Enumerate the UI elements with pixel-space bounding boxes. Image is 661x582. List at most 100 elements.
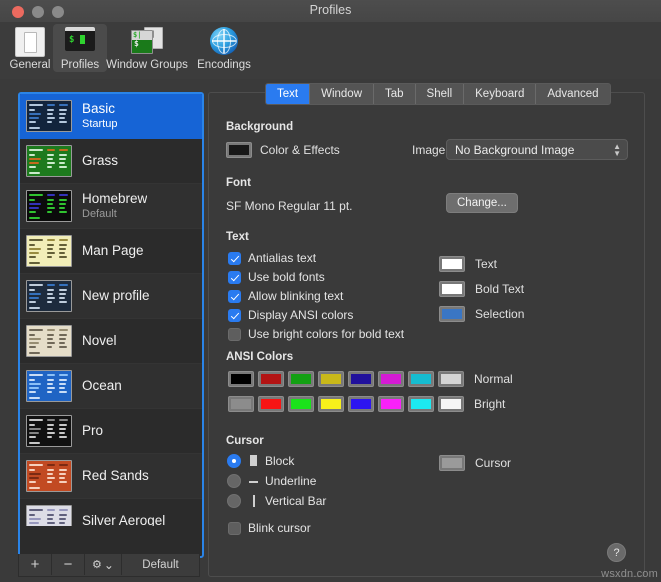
blink-cursor-label: Blink cursor bbox=[248, 521, 311, 535]
ansi-swatch-bright-5[interactable] bbox=[378, 396, 404, 412]
ansi-row-normal bbox=[228, 371, 464, 387]
vbar-cursor-icon bbox=[248, 494, 259, 508]
checkbox-label: Allow blinking text bbox=[248, 289, 343, 303]
tab-advanced[interactable]: Advanced bbox=[536, 84, 609, 104]
checkbox-label: Use bold fonts bbox=[248, 270, 325, 284]
profile-list-item[interactable]: New profile bbox=[20, 274, 202, 319]
checkbox-box bbox=[228, 290, 241, 303]
ansi-swatch-normal-6[interactable] bbox=[408, 371, 434, 387]
profile-list-item[interactable]: Silver Aerogel bbox=[20, 499, 202, 526]
tab-shell[interactable]: Shell bbox=[416, 84, 465, 104]
ansi-swatch-normal-4[interactable] bbox=[348, 371, 374, 387]
checkbox-allow-blinking-text[interactable]: Allow blinking text bbox=[228, 289, 343, 303]
ansi-swatch-bright-6[interactable] bbox=[408, 396, 434, 412]
profile-thumbnail bbox=[26, 100, 72, 132]
title-bar: Profiles bbox=[0, 0, 661, 22]
profile-subtitle: Startup bbox=[82, 118, 117, 131]
profile-name: Basic bbox=[82, 101, 117, 117]
help-button[interactable]: ? bbox=[607, 543, 626, 562]
checkbox-use-bright-colors-for-bold-text[interactable]: Use bright colors for bold text bbox=[228, 327, 404, 341]
profile-name: Red Sands bbox=[82, 468, 149, 484]
radio-box bbox=[227, 474, 241, 488]
blink-cursor-checkbox[interactable]: Blink cursor bbox=[228, 521, 311, 535]
toolbar-item-profiles[interactable]: $ Profiles bbox=[53, 24, 107, 72]
tab-keyboard[interactable]: Keyboard bbox=[464, 84, 536, 104]
ansi-row-bright bbox=[228, 396, 464, 412]
font-value-label: SF Mono Regular 11 pt. bbox=[226, 199, 353, 213]
radio-cursor-vertical-bar[interactable]: Vertical Bar bbox=[227, 494, 326, 508]
ansi-swatch-normal-1[interactable] bbox=[258, 371, 284, 387]
ansi-swatch-bright-3[interactable] bbox=[318, 396, 344, 412]
profile-list-item[interactable]: Pro bbox=[20, 409, 202, 454]
background-color-well[interactable] bbox=[226, 142, 252, 158]
profile-list-item[interactable]: Novel bbox=[20, 319, 202, 364]
profile-list-item[interactable]: BasicStartup bbox=[20, 94, 202, 139]
radio-cursor-underline[interactable]: Underline bbox=[227, 474, 316, 488]
ansi-swatch-normal-7[interactable] bbox=[438, 371, 464, 387]
change-font-button[interactable]: Change... bbox=[446, 193, 518, 213]
ansi-row-label: Bright bbox=[474, 397, 505, 411]
ansi-swatch-normal-3[interactable] bbox=[318, 371, 344, 387]
toolbar-item-window-groups[interactable]: Window Groups bbox=[106, 24, 188, 72]
profile-list-item[interactable]: HomebrewDefault bbox=[20, 184, 202, 229]
add-profile-button[interactable]: + bbox=[19, 554, 52, 575]
profile-list-item[interactable]: Ocean bbox=[20, 364, 202, 409]
checkbox-use-bold-fonts[interactable]: Use bold fonts bbox=[228, 270, 325, 284]
checkbox-label: Antialias text bbox=[248, 251, 316, 265]
general-window-icon bbox=[13, 27, 47, 57]
toolbar-item-encodings-label: Encodings bbox=[190, 58, 258, 72]
checkbox-box bbox=[228, 252, 241, 265]
ansi-swatch-normal-2[interactable] bbox=[288, 371, 314, 387]
profile-name: Grass bbox=[82, 153, 118, 169]
set-default-button[interactable]: Default bbox=[122, 554, 199, 575]
cursor-section-title: Cursor bbox=[226, 435, 264, 447]
ansi-swatch-normal-5[interactable] bbox=[378, 371, 404, 387]
profile-list[interactable]: BasicStartup Grass HomebrewDefaultMan Page… bbox=[20, 94, 202, 526]
profile-thumbnail bbox=[26, 190, 72, 222]
toolbar-item-encodings[interactable]: Encodings bbox=[190, 24, 258, 72]
radio-label: Vertical Bar bbox=[265, 494, 326, 508]
profile-thumbnail bbox=[26, 505, 72, 526]
settings-tab-bar[interactable]: TextWindowTabShellKeyboardAdvanced bbox=[265, 83, 611, 105]
profiles-preferences-window: Profiles General $ Profiles Window Group… bbox=[0, 0, 661, 582]
ansi-swatch-normal-0[interactable] bbox=[228, 371, 254, 387]
color-well-selection[interactable] bbox=[439, 306, 465, 322]
color-well-bold-text[interactable] bbox=[439, 281, 465, 297]
ansi-section-title: ANSI Colors bbox=[226, 351, 293, 363]
preferences-content: BasicStartup Grass HomebrewDefaultMan Page… bbox=[0, 79, 661, 582]
gear-menu-button[interactable]: ⚙ ⌄ bbox=[85, 554, 122, 575]
ansi-swatch-bright-1[interactable] bbox=[258, 396, 284, 412]
checkbox-label: Use bright colors for bold text bbox=[248, 327, 404, 341]
profile-thumbnail bbox=[26, 460, 72, 492]
tab-window[interactable]: Window bbox=[310, 84, 374, 104]
checkbox-antialias-text[interactable]: Antialias text bbox=[228, 251, 316, 265]
tab-tab[interactable]: Tab bbox=[374, 84, 416, 104]
checkbox-display-ansi-colors[interactable]: Display ANSI colors bbox=[228, 308, 353, 322]
cursor-color-well[interactable] bbox=[439, 455, 465, 471]
watermark-text: wsxdn.com bbox=[601, 568, 658, 580]
remove-profile-button[interactable]: − bbox=[52, 554, 85, 575]
radio-box bbox=[227, 494, 241, 508]
profile-name: Pro bbox=[82, 423, 103, 439]
background-section-title: Background bbox=[226, 121, 293, 133]
profile-thumbnail bbox=[26, 280, 72, 312]
profile-name: New profile bbox=[82, 288, 150, 304]
radio-cursor-block[interactable]: Block bbox=[227, 454, 294, 468]
tab-text[interactable]: Text bbox=[266, 84, 310, 104]
toolbar-item-general[interactable]: General bbox=[3, 24, 57, 72]
profile-name: Ocean bbox=[82, 378, 122, 394]
background-image-select[interactable]: No Background Image ▲▼ bbox=[446, 139, 628, 160]
ansi-swatch-bright-2[interactable] bbox=[288, 396, 314, 412]
underline-cursor-icon bbox=[248, 474, 259, 488]
block-cursor-icon bbox=[248, 454, 259, 468]
color-well-text[interactable] bbox=[439, 256, 465, 272]
ansi-swatch-bright-4[interactable] bbox=[348, 396, 374, 412]
profile-list-item[interactable]: Man Page bbox=[20, 229, 202, 274]
window-groups-icon bbox=[130, 27, 164, 57]
ansi-swatch-bright-7[interactable] bbox=[438, 396, 464, 412]
ansi-swatch-bright-0[interactable] bbox=[228, 396, 254, 412]
profile-list-item[interactable]: Grass bbox=[20, 139, 202, 184]
profile-name: Silver Aerogel bbox=[82, 513, 165, 526]
profiles-sidebar[interactable]: BasicStartup Grass HomebrewDefaultMan Page… bbox=[18, 92, 204, 558]
profile-list-item[interactable]: Red Sands bbox=[20, 454, 202, 499]
